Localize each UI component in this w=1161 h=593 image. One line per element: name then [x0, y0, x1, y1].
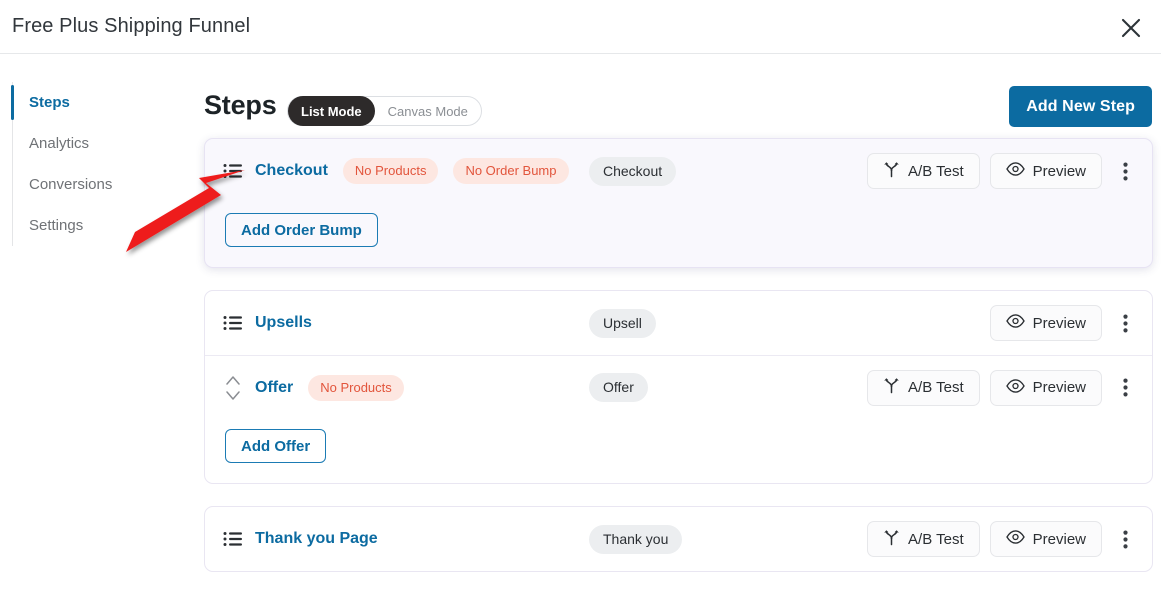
eye-icon: [1005, 162, 1025, 180]
more-vertical-icon[interactable]: [1112, 306, 1138, 340]
more-vertical-icon[interactable]: [1112, 522, 1138, 556]
ab-test-button[interactable]: A/B Test: [867, 369, 980, 406]
more-vertical-icon[interactable]: [1112, 154, 1138, 188]
sidebar-item-conversions[interactable]: Conversions: [13, 164, 188, 205]
step-card: Checkout No Products No Order Bump Checkout…: [204, 138, 1153, 268]
sidebar-nav: Steps Analytics Conversions Settings: [11, 82, 188, 246]
view-mode-toggle[interactable]: List Mode Canvas Mode: [287, 96, 482, 126]
list-drag-icon[interactable]: [223, 315, 253, 331]
add-add-order-bump-button[interactable]: Add Order Bump: [225, 213, 378, 247]
list-drag-icon[interactable]: [223, 531, 253, 547]
ab-test-label: A/B Test: [908, 379, 964, 396]
split-arrow-icon: [883, 161, 900, 182]
sort-updown-icon[interactable]: [223, 371, 253, 405]
error-badge: No Order Bump: [453, 158, 569, 184]
step-type-badge: Thank you: [589, 524, 683, 554]
ab-test-button[interactable]: A/B Test: [867, 153, 980, 189]
close-icon: [1120, 17, 1142, 39]
preview-button[interactable]: Preview: [989, 305, 1102, 341]
ab-test-label: A/B Test: [908, 162, 964, 180]
close-button[interactable]: [1111, 8, 1151, 48]
preview-label: Preview: [1032, 530, 1086, 548]
row-actions: Preview: [989, 305, 1138, 341]
steps-list: Checkout No Products No Order Bump Checkout…: [204, 138, 1153, 572]
card-footer: Add Order Bump: [205, 203, 1152, 267]
add-new-step-button[interactable]: Add New Step: [1009, 86, 1152, 127]
funnel-steps-screen: Free Plus Shipping Funnel Steps Analytics…: [0, 0, 1161, 593]
step-type-badge: Offer: [589, 373, 648, 402]
split-arrow-icon: [883, 529, 900, 550]
list-drag-icon[interactable]: [223, 163, 253, 179]
add-add-offer-button[interactable]: Add Offer: [225, 429, 327, 463]
sidebar-item-analytics[interactable]: Analytics: [13, 123, 188, 164]
mode-pill-list-mode[interactable]: List Mode: [288, 96, 375, 126]
eye-icon: [1005, 378, 1025, 397]
sidebar-item-settings[interactable]: Settings: [13, 205, 188, 246]
ab-test-button[interactable]: A/B Test: [867, 521, 980, 557]
row-actions: A/B Test Preview: [867, 521, 1138, 557]
step-row: Upsells Upsell Preview: [205, 291, 1152, 355]
page-header: Steps List Mode Canvas Mode Add New Step: [204, 78, 1153, 138]
preview-button[interactable]: Preview: [989, 153, 1102, 189]
preview-label: Preview: [1032, 379, 1086, 396]
step-row: Checkout No Products No Order Bump Checkout…: [205, 139, 1152, 203]
step-name-link[interactable]: Upsells: [255, 314, 312, 332]
error-badge: No Products: [308, 374, 404, 401]
main-content: Steps List Mode Canvas Mode Add New Step …: [204, 78, 1153, 593]
step-name-link[interactable]: Checkout: [255, 162, 328, 180]
row-actions: A/B Test Preview: [867, 153, 1138, 189]
row-actions: A/B Test Preview: [867, 369, 1138, 406]
step-name-link[interactable]: Offer: [255, 379, 293, 397]
sidebar-item-steps[interactable]: Steps: [11, 82, 188, 123]
split-arrow-icon: [883, 377, 900, 398]
step-card: Upsells Upsell Preview Offer No Products Of…: [204, 290, 1153, 484]
page-title: Steps: [204, 90, 277, 120]
preview-label: Preview: [1032, 162, 1086, 180]
eye-icon: [1005, 314, 1025, 332]
step-name-link[interactable]: Thank you Page: [255, 530, 378, 548]
more-vertical-icon[interactable]: [1112, 371, 1138, 405]
ab-test-label: A/B Test: [908, 530, 964, 548]
step-type-badge: Upsell: [589, 308, 656, 338]
step-row: Thank you Page Thank you A/B Test Preview: [205, 507, 1152, 571]
window-title: Free Plus Shipping Funnel: [12, 15, 251, 37]
card-footer: Add Offer: [205, 419, 1152, 483]
mode-pill-canvas-mode[interactable]: Canvas Mode: [375, 96, 481, 126]
error-badge: No Products: [342, 158, 439, 184]
preview-button[interactable]: Preview: [989, 369, 1102, 406]
preview-label: Preview: [1032, 314, 1086, 332]
preview-button[interactable]: Preview: [989, 521, 1102, 557]
step-type-badge: Checkout: [589, 156, 677, 186]
step-card: Thank you Page Thank you A/B Test Preview: [204, 506, 1153, 572]
window-titlebar: Free Plus Shipping Funnel: [0, 0, 1161, 54]
eye-icon: [1005, 530, 1025, 548]
step-row: Offer No Products Offer A/B Test Preview: [205, 355, 1152, 419]
